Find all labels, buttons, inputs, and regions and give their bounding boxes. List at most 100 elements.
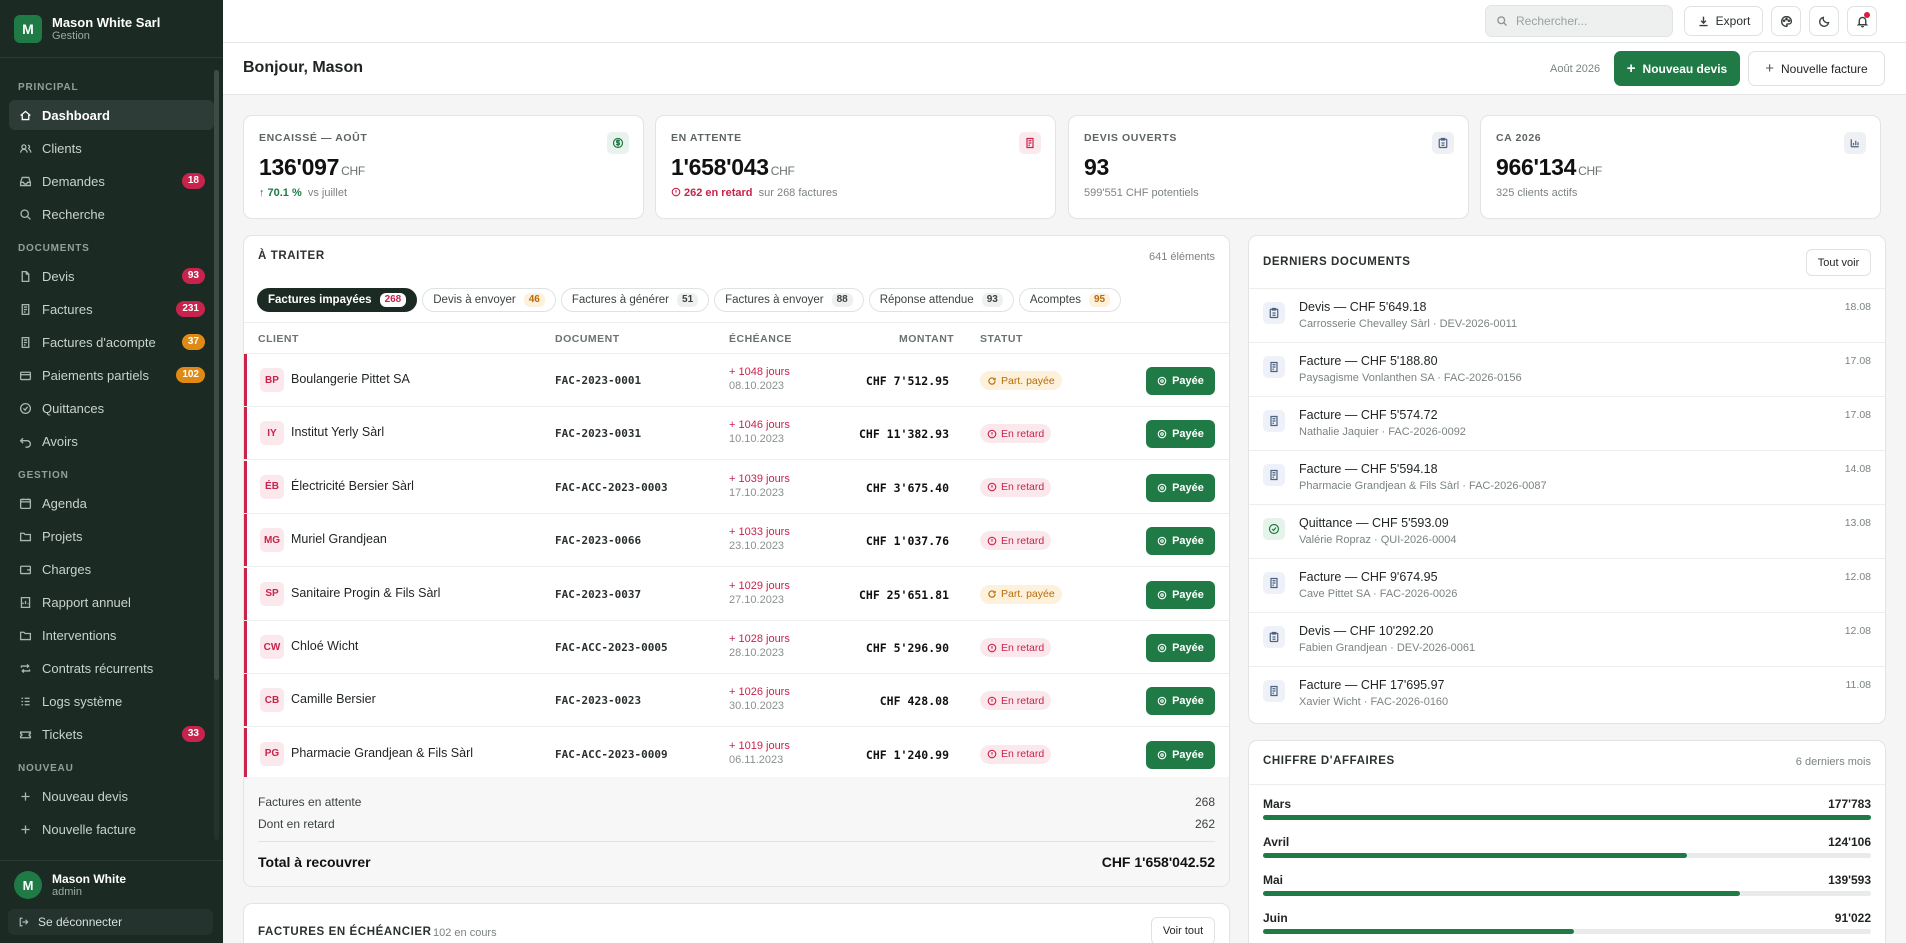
client-name[interactable]: Camille Bersier	[291, 692, 376, 706]
sidebar-item-charges[interactable]: Charges	[9, 554, 214, 584]
invoice-icon	[1263, 572, 1285, 594]
sidebar-item-factures-d-acompte[interactable]: Factures d'acompte 37	[9, 327, 214, 357]
sidebar-item-demandes[interactable]: Demandes 18	[9, 166, 214, 196]
sidebar-item-quittances[interactable]: Quittances	[9, 393, 214, 423]
tab-devis-a-envoyer[interactable]: Devis à envoyer 46	[422, 288, 556, 312]
table-row[interactable]: CB Camille Bersier FAC-2023-0023 + 1026 …	[244, 674, 1229, 728]
client-initials: ÉB	[260, 474, 284, 499]
document-item[interactable]: Facture — CHF 5'574.72 Nathalie Jaquier …	[1249, 396, 1885, 450]
search-input[interactable]: Rechercher...	[1485, 5, 1673, 37]
table-row[interactable]: IY Institut Yerly Sàrl FAC-2023-0031 + 1…	[244, 407, 1229, 461]
client-name[interactable]: Muriel Grandjean	[291, 532, 387, 546]
sidebar-item-recherche[interactable]: Recherche	[9, 199, 214, 229]
document-item[interactable]: Facture — CHF 5'594.18 Pharmacie Grandje…	[1249, 450, 1885, 504]
documents-view-all-button[interactable]: Tout voir	[1806, 249, 1871, 276]
sidebar-item-label: Logs système	[42, 693, 123, 709]
sidebar-item-clients[interactable]: Clients	[9, 133, 214, 163]
pay-icon	[1157, 590, 1167, 599]
mark-paid-button[interactable]: Payée	[1146, 687, 1215, 716]
tab-factures-a-envoyer[interactable]: Factures à envoyer 88	[714, 288, 864, 312]
table-row[interactable]: PG Pharmacie Grandjean & Fils Sàrl FAC-A…	[244, 727, 1229, 781]
mark-paid-button[interactable]: Payée	[1146, 634, 1215, 662]
due-info: + 1019 jours 06.11.2023	[729, 739, 790, 767]
mark-paid-button[interactable]: Payée	[1146, 420, 1215, 449]
tab-acomptes[interactable]: Acomptes 95	[1018, 288, 1122, 312]
sidebar-item-dashboard[interactable]: Dashboard	[9, 100, 214, 130]
document-number[interactable]: FAC-ACC-2023-0005	[555, 641, 668, 654]
stat-unit: CHF	[1578, 164, 1602, 178]
sidebar-item-logs-systeme[interactable]: Logs système	[9, 686, 214, 716]
search-icon	[1497, 16, 1507, 26]
sidebar-item-avoirs[interactable]: Avoirs	[9, 426, 214, 456]
document-number[interactable]: FAC-ACC-2023-0003	[555, 481, 668, 494]
client-name[interactable]: Pharmacie Grandjean & Fils Sàrl	[291, 746, 473, 760]
document-number[interactable]: FAC-ACC-2023-0009	[555, 748, 668, 761]
notifications-button[interactable]	[1847, 6, 1877, 36]
sidebar-item-label: Factures d'acompte	[42, 334, 156, 350]
tab-factures-a-generer[interactable]: Factures à générer 51	[560, 288, 710, 312]
document-title: Facture — CHF 9'674.95	[1299, 570, 1438, 584]
status-label: En retard	[1001, 641, 1045, 654]
sidebar-item-tickets[interactable]: Tickets 33	[9, 719, 214, 749]
sidebar-scrollbar-thumb[interactable]	[214, 70, 219, 680]
table-row[interactable]: SP Sanitaire Progin & Fils Sàrl FAC-2023…	[244, 567, 1229, 621]
sidebar-item-nouveau-devis[interactable]: Nouveau devis	[9, 781, 214, 811]
dark-mode-toggle[interactable]	[1809, 6, 1839, 36]
document-item[interactable]: Devis — CHF 10'292.20 Fabien Grandjean ·…	[1249, 612, 1885, 666]
tab-reponse-attendue[interactable]: Réponse attendue 93	[868, 288, 1014, 312]
tab-label: Devis à envoyer	[433, 294, 516, 306]
document-item[interactable]: Devis — CHF 5'649.18 Carrosserie Chevall…	[1249, 288, 1885, 342]
client-name[interactable]: Boulangerie Pittet SA	[291, 372, 410, 386]
due-date: 08.10.2023	[729, 380, 785, 392]
new-invoice-button[interactable]: + Nouvelle facture	[1748, 51, 1885, 86]
document-number[interactable]: FAC-2023-0023	[555, 694, 641, 707]
document-item[interactable]: Facture — CHF 5'188.80 Paysagisme Vonlan…	[1249, 342, 1885, 396]
document-number[interactable]: FAC-2023-0066	[555, 534, 641, 547]
mark-paid-button[interactable]: Payée	[1146, 527, 1215, 556]
document-number[interactable]: FAC-2023-0031	[555, 427, 641, 440]
tab-count: 51	[677, 293, 699, 307]
palette-button[interactable]	[1771, 6, 1801, 36]
table-row[interactable]: BP Boulangerie Pittet SA FAC-2023-0001 +…	[244, 354, 1229, 407]
document-item[interactable]: Facture — CHF 9'674.95 Cave Pittet SA · …	[1249, 558, 1885, 612]
due-date: 28.10.2023	[729, 647, 785, 659]
sidebar-item-rapport-annuel[interactable]: Rapport annuel	[9, 587, 214, 617]
table-row[interactable]: MG Muriel Grandjean FAC-2023-0066 + 1033…	[244, 514, 1229, 568]
table-row[interactable]: CW Chloé Wicht FAC-ACC-2023-0005 + 1028 …	[244, 621, 1229, 674]
document-number[interactable]: FAC-2023-0001	[555, 374, 641, 387]
new-quote-button[interactable]: + Nouveau devis	[1614, 51, 1740, 86]
mark-paid-button[interactable]: Payée	[1146, 367, 1215, 395]
sidebar-item-nouvelle-facture[interactable]: Nouvelle facture	[9, 814, 214, 844]
sidebar-item-devis[interactable]: Devis 93	[9, 261, 214, 291]
stat-unit: CHF	[770, 164, 795, 178]
count-badge: 18	[181, 173, 205, 189]
table-row[interactable]: ÉB Électricité Bersier Sàrl FAC-ACC-2023…	[244, 460, 1229, 514]
sidebar-item-projets[interactable]: Projets	[9, 521, 214, 551]
client-name[interactable]: Électricité Bersier Sàrl	[291, 479, 414, 493]
ticket-icon	[18, 727, 32, 741]
brand[interactable]: M Mason White Sarl Gestion	[0, 0, 223, 58]
export-button[interactable]: Export	[1684, 6, 1763, 36]
sidebar-item-paiements-partiels[interactable]: Paiements partiels 102	[9, 360, 214, 390]
sidebar-item-agenda[interactable]: Agenda	[9, 488, 214, 518]
mark-paid-button[interactable]: Payée	[1146, 473, 1215, 502]
tab-factures-impayees[interactable]: Factures impayées 268	[257, 288, 418, 312]
mark-paid-button[interactable]: Payée	[1146, 580, 1215, 609]
client-name[interactable]: Institut Yerly Sàrl	[291, 425, 384, 439]
folder-icon	[19, 631, 31, 640]
installments-view-all-button[interactable]: Voir tout	[1151, 917, 1215, 943]
sidebar-item-factures[interactable]: Factures 231	[9, 294, 214, 324]
document-item[interactable]: Facture — CHF 17'695.97 Xavier Wicht · F…	[1249, 666, 1885, 720]
mark-paid-button[interactable]: Payée	[1146, 740, 1215, 769]
users-icon	[18, 141, 32, 155]
logout-button[interactable]: Se déconnecter	[8, 909, 213, 935]
client-name[interactable]: Chloé Wicht	[291, 639, 358, 653]
client-name[interactable]: Sanitaire Progin & Fils Sàrl	[291, 586, 440, 600]
sidebar-item-interventions[interactable]: Interventions	[9, 620, 214, 650]
document-item[interactable]: Quittance — CHF 5'593.09 Valérie Ropraz …	[1249, 504, 1885, 558]
chart-icon	[1844, 132, 1866, 154]
sidebar-item-contrats-recurrents[interactable]: Contrats récurrents	[9, 653, 214, 683]
document-number[interactable]: FAC-2023-0037	[555, 588, 641, 601]
sidebar-item-label: Factures	[42, 301, 93, 317]
user-profile[interactable]: M Mason White admin	[14, 871, 209, 899]
